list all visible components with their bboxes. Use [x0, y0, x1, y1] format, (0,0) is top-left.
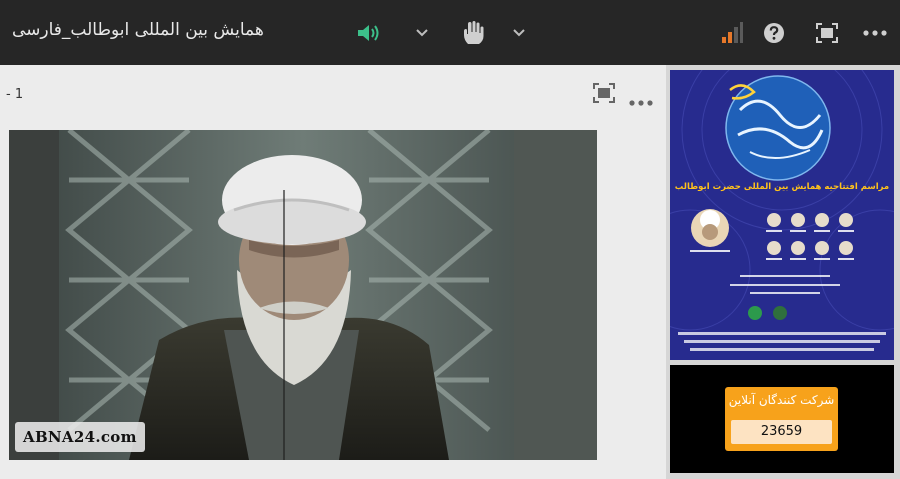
- fullscreen-icon[interactable]: [815, 18, 839, 48]
- participants-label: شرکت کنندگان آنلاین: [728, 393, 835, 407]
- tile-label: - 1: [6, 87, 24, 102]
- watermark-logo: ABNA24.com: [15, 422, 145, 452]
- top-toolbar: همایش بین المللی ابوطالب_فارسی: [0, 0, 900, 65]
- more-options-icon[interactable]: [862, 18, 888, 48]
- tile-more-icon[interactable]: [629, 91, 653, 110]
- event-poster: مراسم افتتاحیه همایش بین المللی حضرت ابو…: [670, 70, 894, 360]
- speaker-video-frame: [9, 130, 597, 460]
- poster-headline: مراسم افتتاحیه همایش بین المللی حضرت ابو…: [674, 182, 890, 192]
- meeting-title: همایش بین المللی ابوطالب_فارسی: [12, 20, 264, 40]
- meeting-app: همایش بین المللی ابوطالب_فارسی - 1 ABNA2…: [0, 0, 900, 479]
- speaker-video[interactable]: ABNA24.com: [9, 130, 597, 460]
- main-video-tile: - 1 ABNA24.com: [0, 65, 666, 479]
- hand-options-chevron-down-icon[interactable]: [509, 18, 529, 48]
- online-participants-panel: شرکت کنندگان آنلاین 23659: [670, 365, 894, 473]
- participants-count: 23659: [731, 420, 832, 444]
- signal-bars-icon[interactable]: [720, 18, 744, 48]
- poster-artwork: [670, 70, 894, 360]
- audio-options-chevron-down-icon[interactable]: [412, 18, 432, 48]
- right-sidebar: مراسم افتتاحیه همایش بین المللی حضرت ابو…: [666, 65, 900, 479]
- help-icon[interactable]: [762, 18, 786, 48]
- raise-hand-icon[interactable]: [459, 18, 487, 48]
- participants-counter: شرکت کنندگان آنلاین 23659: [725, 387, 838, 451]
- tile-fullscreen-icon[interactable]: [593, 83, 615, 107]
- speaker-icon[interactable]: [355, 18, 383, 48]
